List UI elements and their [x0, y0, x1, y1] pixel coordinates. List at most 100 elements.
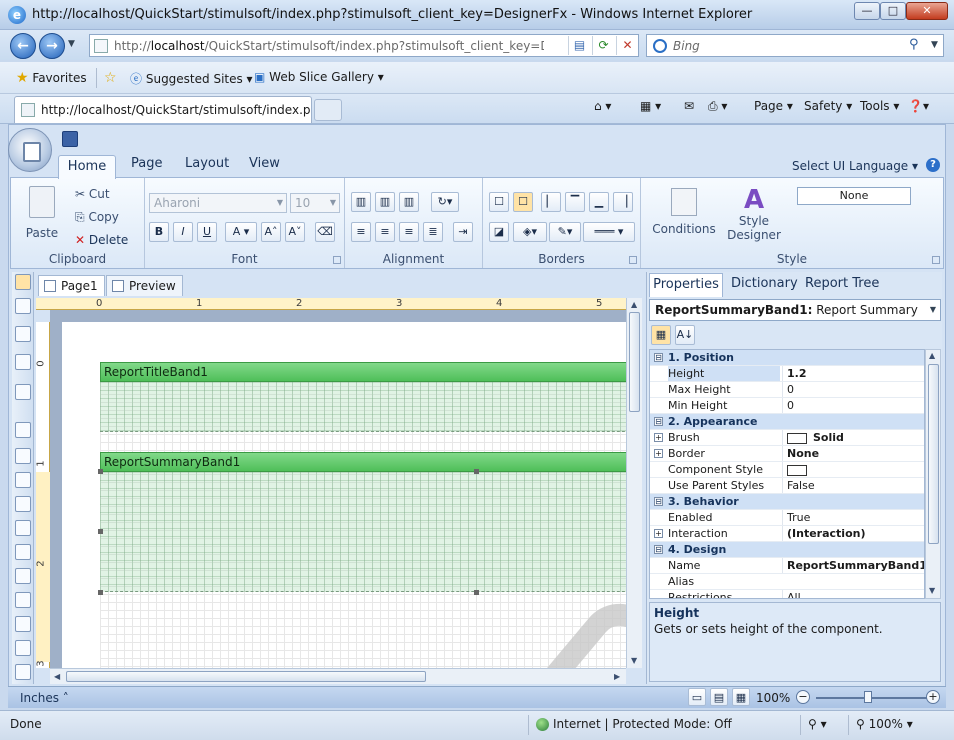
zoom-out-button[interactable]: −	[796, 690, 810, 704]
delete-button[interactable]: ✕ Delete	[75, 233, 128, 247]
shadow-icon[interactable]: ◪	[489, 222, 509, 242]
help-icon[interactable]: ?	[926, 158, 940, 172]
help-menu-icon[interactable]: ❓▾	[908, 99, 929, 113]
property-value[interactable]: All	[782, 590, 924, 598]
expand-toggle-icon[interactable]: ⊟	[654, 497, 663, 506]
tab-preview[interactable]: Preview	[106, 275, 183, 296]
categorized-icon[interactable]: ▦	[651, 325, 671, 345]
report-page[interactable]: ReportTitleBand1 ReportSummaryBand1	[62, 322, 626, 668]
tab-dictionary[interactable]: Dictionary	[731, 276, 798, 291]
close-button[interactable]: ✕	[906, 2, 948, 20]
ribbon-tab-layout[interactable]: Layout	[185, 156, 229, 171]
align-top-icon[interactable]: ▥	[351, 192, 371, 212]
container-tool-icon[interactable]	[15, 384, 31, 400]
zoom-in-button[interactable]: +	[926, 690, 940, 704]
underline-button[interactable]: U	[197, 222, 217, 242]
report-summary-band-body[interactable]	[100, 472, 626, 592]
save-icon[interactable]	[62, 131, 78, 147]
font-dialog-launcher[interactable]	[333, 256, 341, 264]
view-page-icon[interactable]: ▤	[710, 688, 728, 706]
rich-text-tool-icon[interactable]	[15, 448, 31, 464]
rotate-text-icon[interactable]: ↻▾	[431, 192, 459, 212]
align-center-icon[interactable]: ≡	[375, 222, 395, 242]
border-left-icon[interactable]: ▏	[541, 192, 561, 212]
component-selector[interactable]: ReportSummaryBand1: Report Summary ▼	[649, 299, 941, 321]
property-value[interactable]	[782, 462, 924, 477]
shrink-font-button[interactable]: A˅	[285, 222, 305, 242]
align-right-icon[interactable]: ≡	[399, 222, 419, 242]
page-menu[interactable]: Page ▾	[754, 99, 793, 113]
minimize-button[interactable]: —	[854, 2, 880, 20]
align-justify-icon[interactable]: ≣	[423, 222, 443, 242]
maximize-button[interactable]: □	[880, 2, 906, 20]
address-url[interactable]: http://localhost/QuickStart/stimulsoft/i…	[114, 39, 544, 53]
expand-toggle-icon[interactable]: +	[654, 529, 663, 538]
view-multi-page-icon[interactable]: ▦	[732, 688, 750, 706]
property-row[interactable]: + Interaction (Interaction)	[650, 526, 924, 542]
ribbon-tab-view[interactable]: View	[249, 156, 280, 171]
address-bar[interactable]: http://localhost/QuickStart/stimulsoft/i…	[89, 34, 639, 57]
tab-properties[interactable]: Properties	[649, 273, 723, 297]
align-left-icon[interactable]: ≡	[351, 222, 371, 242]
clear-format-icon[interactable]: ⌫	[315, 222, 335, 242]
property-row[interactable]: Enabled True	[650, 510, 924, 526]
canvas-horizontal-scrollbar[interactable]: ◀ ▶	[50, 668, 626, 684]
border-color-icon[interactable]: ✎▾	[549, 222, 581, 242]
select-ui-language-dropdown[interactable]: Select UI Language ▾	[792, 159, 918, 173]
property-value[interactable]: True	[782, 510, 924, 525]
resize-handle[interactable]	[98, 469, 103, 474]
align-middle-icon[interactable]: ▥	[375, 192, 395, 212]
expand-toggle-icon[interactable]: ⊟	[654, 353, 663, 362]
ribbon-tab-page[interactable]: Page	[131, 156, 162, 171]
property-value[interactable]: (Interaction)	[782, 526, 924, 541]
property-row[interactable]: Component Style	[650, 462, 924, 478]
panel-tool-icon[interactable]	[15, 544, 31, 560]
report-title-band-body[interactable]	[100, 382, 626, 432]
suggested-sites-link[interactable]: ⓔ Suggested Sites ▾	[130, 70, 253, 87]
subreport-tool-icon[interactable]	[15, 592, 31, 608]
shape-tool-icon[interactable]	[15, 520, 31, 536]
font-color-button[interactable]: A ▾	[225, 222, 257, 242]
new-tab-button[interactable]	[314, 99, 342, 121]
property-row[interactable]: Use Parent Styles False	[650, 478, 924, 494]
web-slice-gallery-link[interactable]: ▣ Web Slice Gallery ▾	[254, 70, 384, 84]
canvas-vertical-scrollbar[interactable]: ▲ ▼	[626, 298, 642, 668]
property-row[interactable]: Min Height 0	[650, 398, 924, 414]
conditions-button[interactable]: Conditions	[649, 188, 719, 236]
sort-alpha-icon[interactable]: A↓	[675, 325, 695, 345]
property-value[interactable]: ReportSummaryBand1	[782, 558, 924, 573]
tab-page1[interactable]: Page1	[38, 275, 105, 296]
feeds-icon[interactable]: ▦ ▾	[640, 99, 661, 113]
property-row[interactable]: Max Height 0	[650, 382, 924, 398]
pan-tool-icon[interactable]	[15, 298, 31, 314]
property-row[interactable]: Height 1.2	[650, 366, 924, 382]
refresh-icon[interactable]: ⟳	[592, 36, 614, 55]
property-value[interactable]: 0	[782, 398, 924, 413]
property-category[interactable]: ⊟ 2. Appearance	[650, 414, 924, 430]
report-title-band-header[interactable]: ReportTitleBand1	[100, 362, 626, 382]
property-value[interactable]: 1.2	[782, 366, 924, 381]
tab-report-tree[interactable]: Report Tree	[805, 276, 879, 291]
recent-pages-dropdown[interactable]: ▼	[68, 39, 75, 49]
expand-toggle-icon[interactable]: ⊟	[654, 417, 663, 426]
search-box[interactable]: Bing ⚲ ▼	[646, 34, 944, 57]
property-value[interactable]: 0	[782, 382, 924, 397]
expand-toggle-icon[interactable]: ⊟	[654, 545, 663, 554]
picture-tool-icon[interactable]	[15, 640, 31, 656]
property-row[interactable]: Restrictions All	[650, 590, 924, 598]
search-icon[interactable]: ⚲	[909, 37, 919, 52]
security-zone[interactable]: Internet | Protected Mode: Off	[536, 717, 732, 731]
fill-color-icon[interactable]: ◈▾	[513, 222, 547, 242]
property-value[interactable]: False	[782, 478, 924, 493]
font-family-select[interactable]: Aharoni ▼	[149, 193, 287, 213]
zoom-control[interactable]: ⚲ 100% ▾	[856, 717, 913, 731]
paste-button[interactable]: Paste	[19, 186, 65, 240]
resize-handle[interactable]	[474, 469, 479, 474]
back-button[interactable]: ←	[10, 33, 36, 59]
barcode-tool-icon[interactable]	[15, 496, 31, 512]
property-row[interactable]: Alias	[650, 574, 924, 590]
italic-button[interactable]: I	[173, 222, 193, 242]
safety-menu[interactable]: Safety ▾	[804, 99, 852, 113]
cross-band-tool-icon[interactable]	[15, 354, 31, 370]
property-row[interactable]: + Border None	[650, 446, 924, 462]
